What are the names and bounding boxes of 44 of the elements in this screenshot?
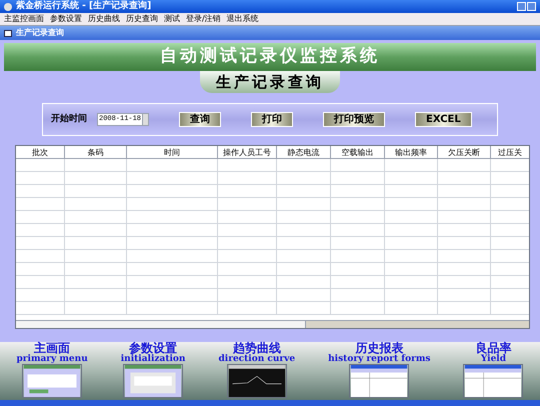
column-header[interactable]: 过压关: [491, 146, 529, 158]
restore-button[interactable]: [527, 2, 536, 11]
nav-title[interactable]: 趋势曲线: [232, 342, 281, 354]
nav-title[interactable]: 参数设置: [129, 342, 178, 354]
column-header[interactable]: 时间: [127, 146, 218, 158]
toolbar-button[interactable]: EXCEL: [415, 112, 472, 127]
toolbar-button[interactable]: 打印预览: [323, 112, 386, 127]
nav-subtitle[interactable]: direction curve: [218, 354, 296, 364]
toolbar-button[interactable]: 查询: [179, 112, 222, 127]
screen-thumbnail[interactable]: [463, 364, 524, 398]
nav-title[interactable]: 主画面: [34, 342, 70, 354]
column-header[interactable]: 欠压关断: [438, 146, 491, 158]
menu-item[interactable]: 历史曲线: [88, 15, 120, 23]
column-header[interactable]: 批次: [16, 146, 65, 158]
menu-item[interactable]: 退出系统: [226, 15, 259, 23]
nav-subtitle[interactable]: Yield: [480, 354, 506, 364]
menu-item[interactable]: 测试: [164, 15, 180, 23]
app-icon: [4, 2, 12, 10]
subtitle: 生产记录查询: [216, 72, 324, 93]
column-header[interactable]: 条码: [65, 146, 127, 158]
column-header[interactable]: 空载输出: [331, 146, 385, 158]
nav-title[interactable]: 良品率: [475, 342, 512, 354]
nav-subtitle[interactable]: initialization: [120, 354, 186, 364]
column-header[interactable]: 操作人员工号: [218, 146, 277, 158]
screen-thumbnail[interactable]: [349, 364, 410, 398]
menu-item[interactable]: 历史查询: [126, 15, 158, 23]
screen-thumbnail[interactable]: [226, 364, 287, 398]
column-header[interactable]: 输出频率: [385, 146, 438, 158]
banner-title: 自动测试记录仪监控系统: [160, 45, 380, 68]
nav-subtitle[interactable]: primary menu: [16, 354, 88, 364]
start-time-label: 开始时间: [51, 112, 87, 126]
nav-subtitle[interactable]: history report forms: [328, 354, 430, 364]
menu-item[interactable]: 登录/注销: [186, 15, 221, 23]
screen-thumbnail[interactable]: [123, 364, 184, 398]
window-icon: [4, 30, 12, 36]
screen-thumbnail[interactable]: [22, 364, 82, 398]
toolbar-button[interactable]: 打印: [251, 112, 294, 127]
menu-item[interactable]: 参数设置: [50, 15, 82, 23]
minimize-button[interactable]: [517, 2, 526, 11]
window-title: 紫金桥运行系统 - [生产记录查询]: [16, 2, 152, 11]
child-window-title: 生产记录查询: [16, 29, 64, 37]
column-header[interactable]: 静态电流: [277, 146, 331, 158]
nav-title[interactable]: 历史报表: [355, 342, 404, 354]
menu-item[interactable]: 主监控画面: [4, 15, 44, 23]
